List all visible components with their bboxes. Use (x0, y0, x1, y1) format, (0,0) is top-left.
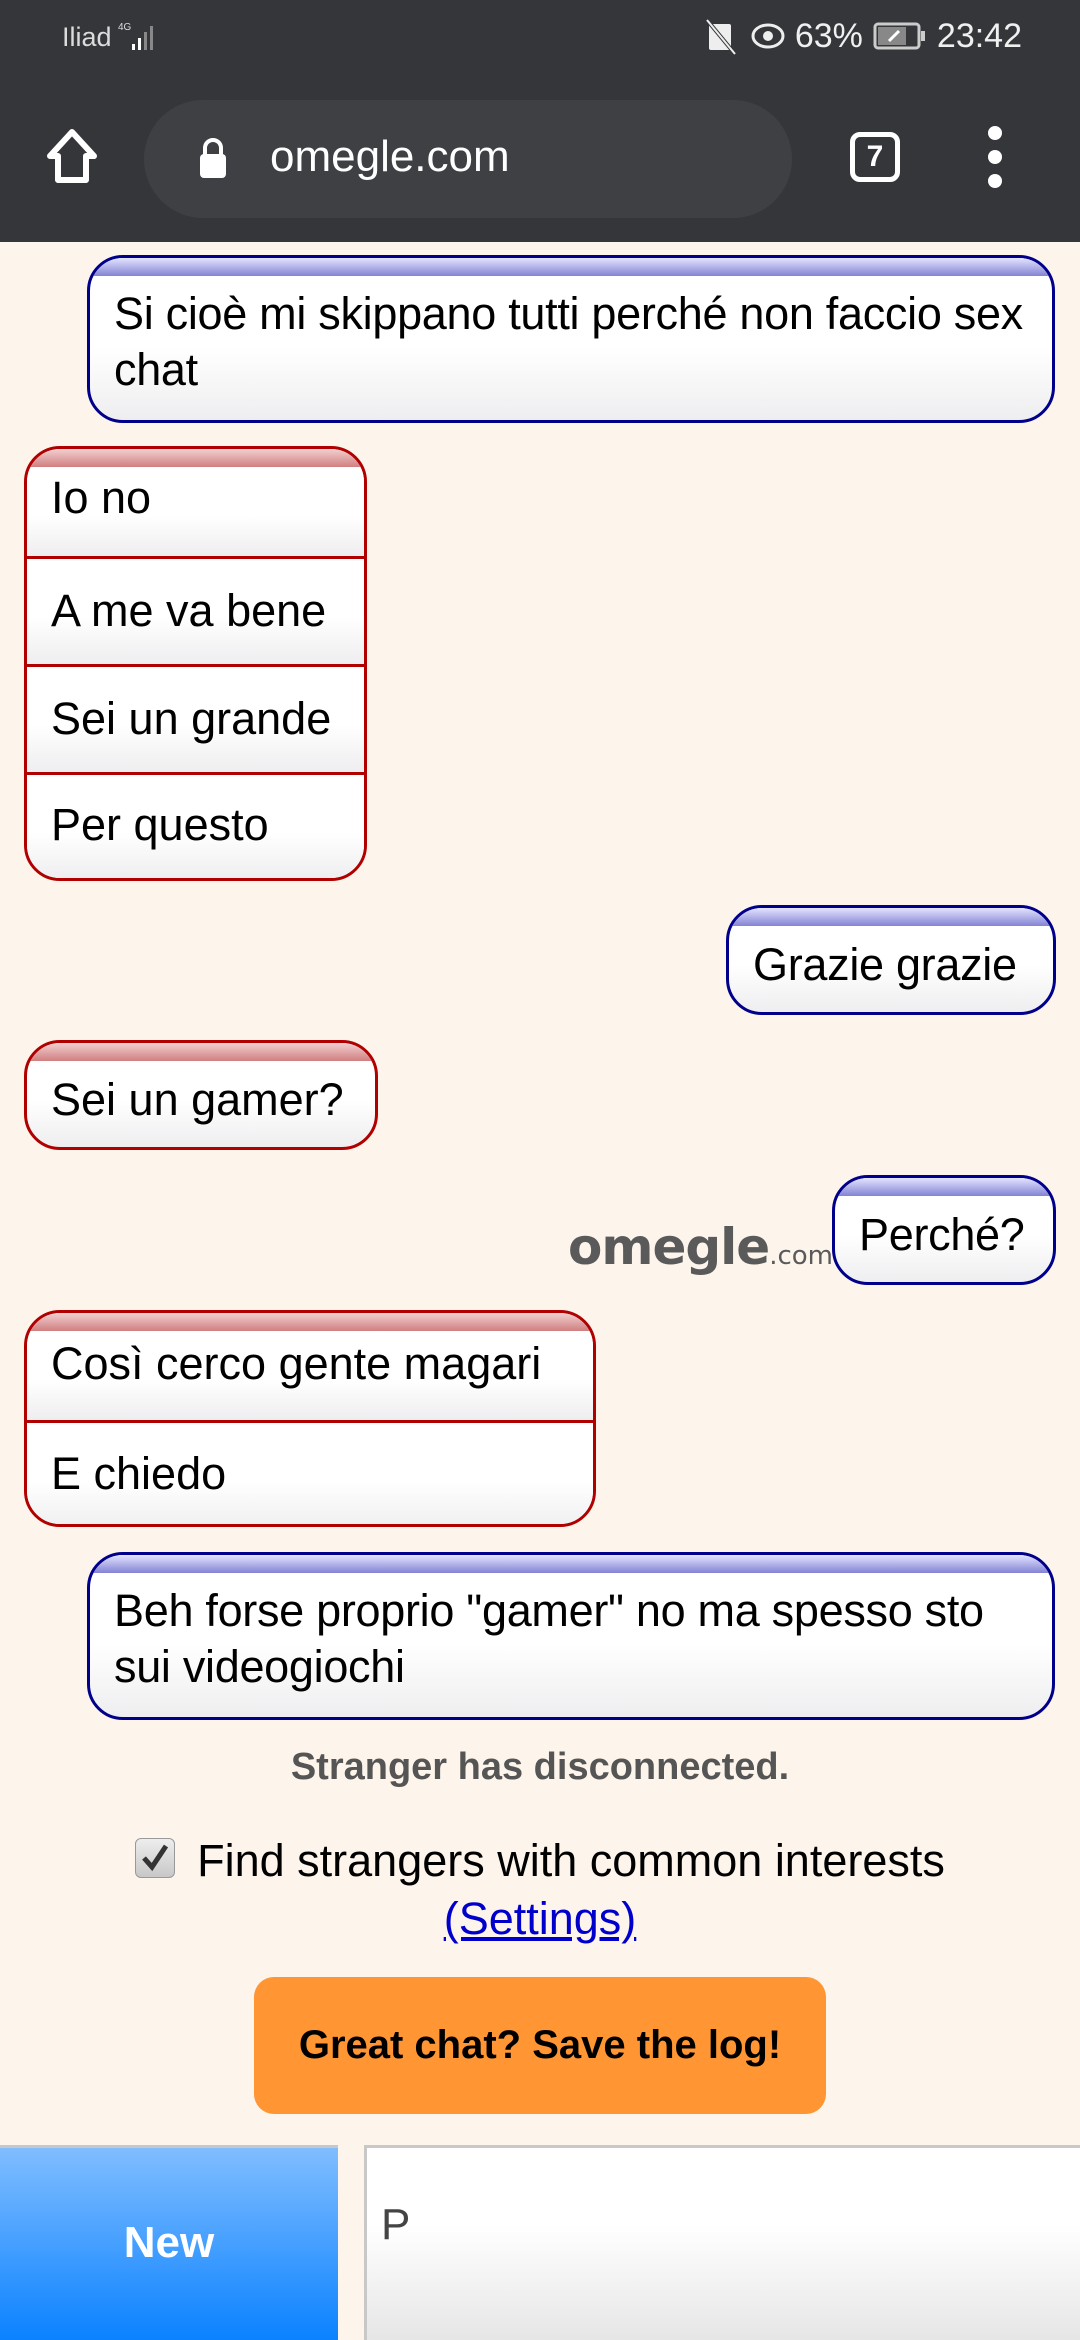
message-line: Io no (27, 467, 364, 556)
common-interests-checkbox[interactable] (135, 1838, 176, 1878)
common-interests-label: Find strangers with common interests (197, 1835, 945, 1886)
message-line: E chiedo (27, 1420, 593, 1524)
network-type: 4G (118, 22, 132, 33)
message-line: Sei un grande (27, 664, 364, 772)
signal-icon: 4G (118, 22, 153, 50)
message-line: A me va bene (27, 556, 364, 664)
battery-percent: 63% (794, 16, 863, 55)
save-log-button[interactable]: Great chat? Save the log! (254, 1977, 826, 2114)
browser-toolbar: omegle.com 7 (0, 76, 1080, 242)
message-line: Per questo (27, 772, 364, 878)
eye-icon (751, 23, 785, 49)
status-bar: Iliad 4G 63% 23:42 (0, 0, 1080, 76)
common-interests-option: Find strangers with common interests (Se… (0, 1832, 1080, 1948)
battery-saver-icon (873, 22, 925, 50)
url-text[interactable]: omegle.com (270, 132, 510, 182)
carrier-name: Iliad (62, 22, 112, 52)
home-icon[interactable] (40, 124, 104, 188)
tab-switcher-button[interactable]: 7 (850, 132, 900, 182)
message-text: Beh forse proprio "gamer" no ma spesso s… (114, 1585, 984, 1692)
chat-message-you: Beh forse proprio "gamer" no ma spesso s… (87, 1552, 1055, 1720)
message-text: Perché? (859, 1209, 1025, 1260)
new-chat-button[interactable]: New (0, 2145, 338, 2340)
message-input[interactable]: P (364, 2145, 1080, 2340)
message-text: Si cioè mi skippano tutti perché non fac… (114, 288, 1023, 395)
settings-link[interactable]: (Settings) (444, 1893, 637, 1944)
more-menu-icon[interactable] (980, 126, 1010, 190)
nfc-off-icon (705, 18, 737, 56)
chat-message-stranger: Io no A me va bene Sei un grande Per que… (24, 446, 367, 881)
message-line: Così cerco gente magari (27, 1331, 593, 1420)
lock-icon (200, 138, 226, 178)
message-text: Grazie grazie (753, 939, 1017, 990)
chat-message-stranger: Sei un gamer? (24, 1040, 378, 1150)
chat-message-you: Perché? (832, 1175, 1056, 1285)
omegle-watermark-logo: omegle.com (568, 1218, 833, 1276)
status-message: Stranger has disconnected. (290, 1746, 790, 1788)
message-line: Sei un gamer? (51, 1074, 344, 1125)
chat-message-you: Si cioè mi skippano tutti perché non fac… (87, 255, 1055, 423)
chat-message-you: Grazie grazie (726, 905, 1056, 1015)
chat-message-stranger: Così cerco gente magari E chiedo (24, 1310, 596, 1527)
address-bar[interactable]: omegle.com (144, 100, 792, 218)
clock: 23:42 (936, 16, 1022, 55)
checkmark-icon (142, 1844, 169, 1872)
